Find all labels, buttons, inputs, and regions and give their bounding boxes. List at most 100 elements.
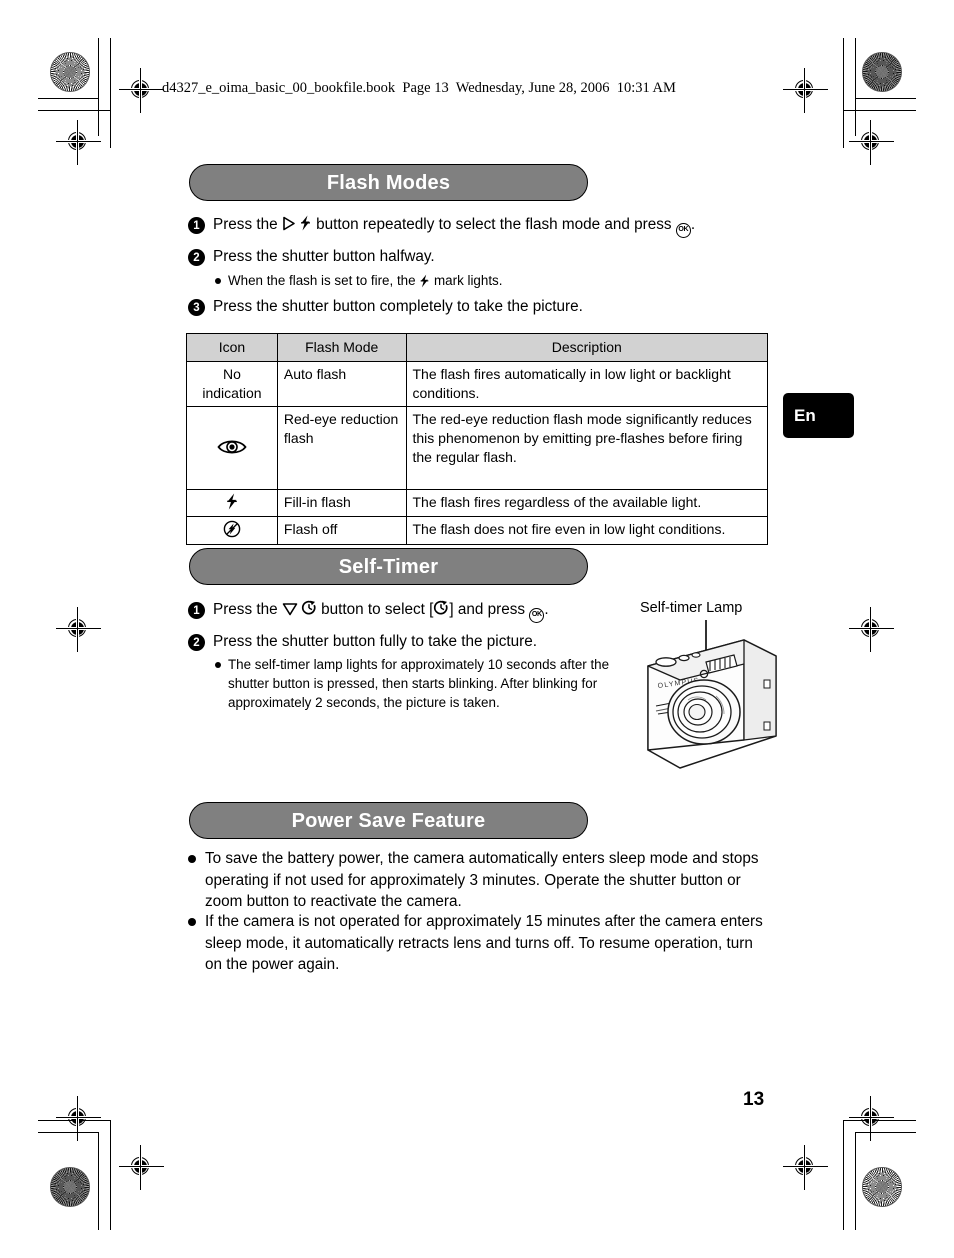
flash-icon: [299, 215, 312, 231]
step-number-badge: 1: [188, 602, 205, 619]
table-row: No indication Auto flash The flash fires…: [186, 361, 768, 407]
trim-line: [110, 38, 111, 148]
registration-mark-bottom-right: [783, 1145, 828, 1190]
step-number-badge: 2: [188, 249, 205, 266]
section-title-text: Power Save Feature: [291, 809, 486, 832]
cell-description: The red-eye reduction flash mode signifi…: [405, 406, 768, 490]
note-text-pre: When the flash is set to fire, the: [228, 273, 420, 288]
camera-illustration: OLYMPUS: [636, 618, 786, 788]
cell-description: The flash does not fire even in low ligh…: [405, 516, 768, 545]
bullet-text: To save the battery power, the camera au…: [205, 850, 759, 910]
table-header-row: Icon Flash Mode Description: [186, 333, 768, 362]
table-row: Red-eye reduction flash The red-eye redu…: [186, 406, 768, 490]
step-text-pre: Press the: [213, 601, 282, 618]
bullet-dot-icon: [215, 662, 221, 668]
step-text: Press the shutter button fully to take t…: [213, 633, 537, 650]
registration-mark-top-left: [119, 68, 164, 113]
flash-note-bullet: When the flash is set to fire, the mark …: [215, 271, 502, 290]
rosette-mark-top-left: [50, 52, 90, 92]
cell-icon: [186, 406, 278, 490]
step-number-badge: 1: [188, 217, 205, 234]
step-text: Press the shutter button completely to t…: [213, 298, 583, 315]
self-timer-icon: [301, 600, 317, 616]
selftimer-step-1: 1 Press the button to select [ ] and pre…: [188, 600, 549, 623]
table-row: Fill-in flash The flash fires regardless…: [186, 489, 768, 517]
step-text: Press the button to select [ ] and press…: [213, 600, 549, 623]
cell-icon: [186, 516, 278, 545]
step-text-post: .: [544, 601, 549, 618]
step-text-mid2: ] and press: [449, 601, 530, 618]
ok-button-icon: OK: [675, 223, 691, 238]
rosette-mark-top-right: [862, 52, 902, 92]
flash-step-1: 1 Press the button repeatedly to select …: [188, 215, 695, 238]
trim-line: [843, 38, 844, 148]
powersave-bullet-2: If the camera is not operated for approx…: [188, 911, 773, 976]
self-timer-icon: [433, 600, 449, 616]
table-row: Flash off The flash does not fire even i…: [186, 516, 768, 545]
note-text: When the flash is set to fire, the mark …: [228, 271, 502, 290]
column-header-icon: Icon: [186, 333, 278, 362]
trim-line: [843, 110, 916, 111]
flash-step-2: 2 Press the shutter button halfway.: [188, 247, 435, 267]
page-number: 13: [743, 1089, 765, 1110]
step-text-mid: button repeatedly to select the flash mo…: [311, 216, 676, 233]
trim-line: [855, 98, 916, 99]
figure-caption-self-timer-lamp: Self-timer Lamp: [640, 600, 743, 616]
flash-icon: [225, 493, 239, 510]
registration-mark-right-upper: [849, 120, 894, 165]
section-heading-power-save: Power Save Feature: [189, 802, 588, 839]
flash-off-icon: [223, 520, 241, 538]
note-text: The self-timer lamp lights for approxima…: [228, 657, 610, 710]
red-eye-icon: [217, 438, 247, 456]
registration-mark-left-lower: [56, 1096, 101, 1141]
note-text-post: mark lights.: [430, 273, 503, 288]
trim-line: [38, 98, 98, 99]
trim-line: [110, 1120, 111, 1230]
bullet-dot-icon: [188, 855, 196, 863]
step-text: Press the shutter button halfway.: [213, 248, 435, 265]
trim-line: [843, 1120, 844, 1230]
bullet-dot-icon: [215, 278, 221, 284]
arrow-right-icon: [282, 216, 296, 231]
trim-line: [98, 38, 99, 136]
ok-button-icon: OK: [529, 608, 545, 623]
cell-mode: Auto flash: [276, 361, 407, 407]
step-number-badge: 3: [188, 299, 205, 316]
section-heading-self-timer: Self-Timer: [189, 548, 588, 585]
bullet-text: If the camera is not operated for approx…: [205, 913, 763, 973]
trim-line: [855, 1132, 856, 1230]
step-text-pre: Press the: [213, 216, 282, 233]
step-number-badge: 2: [188, 634, 205, 651]
book-file-header: d4327_e_oima_basic_00_bookfile.book Page…: [162, 80, 676, 96]
section-heading-flash-modes: Flash Modes: [189, 164, 588, 201]
section-title-text: Self-Timer: [338, 555, 439, 578]
flash-modes-table: Icon Flash Mode Description No indicatio…: [186, 333, 768, 545]
cell-mode: Red-eye reduction flash: [276, 406, 407, 490]
step-text-mid: button to select [: [316, 601, 434, 618]
trim-line: [855, 38, 856, 136]
manual-page: d4327_e_oima_basic_00_bookfile.book Page…: [0, 0, 954, 1258]
powersave-bullet-1: To save the battery power, the camera au…: [188, 848, 773, 913]
flash-step-3: 3 Press the shutter button completely to…: [188, 297, 583, 317]
section-title-text: Flash Modes: [326, 171, 451, 194]
registration-mark-bottom-left: [119, 1145, 164, 1190]
arrow-down-icon: [282, 602, 298, 616]
cell-description: The flash fires regardless of the availa…: [405, 489, 768, 517]
step-text: Press the button repeatedly to select th…: [213, 215, 695, 238]
trim-line: [38, 110, 110, 111]
cell-description: The flash fires automatically in low lig…: [405, 361, 768, 407]
trim-line: [98, 1132, 99, 1230]
selftimer-note-bullet: The self-timer lamp lights for approxima…: [215, 655, 615, 712]
cell-icon-no-indication: No indication: [186, 361, 278, 407]
registration-mark-top-right: [783, 68, 828, 113]
flash-icon: [419, 274, 430, 288]
registration-mark-right-lower: [849, 1096, 894, 1141]
cell-icon: [186, 489, 278, 517]
column-header-description: Description: [405, 333, 768, 362]
selftimer-step-2: 2 Press the shutter button fully to take…: [188, 632, 537, 652]
registration-mark-left-middle: [56, 607, 101, 652]
rosette-mark-bottom-right: [862, 1167, 902, 1207]
cell-mode: Fill-in flash: [276, 489, 407, 517]
bullet-dot-icon: [188, 918, 196, 926]
language-tab-en: En: [783, 393, 854, 438]
